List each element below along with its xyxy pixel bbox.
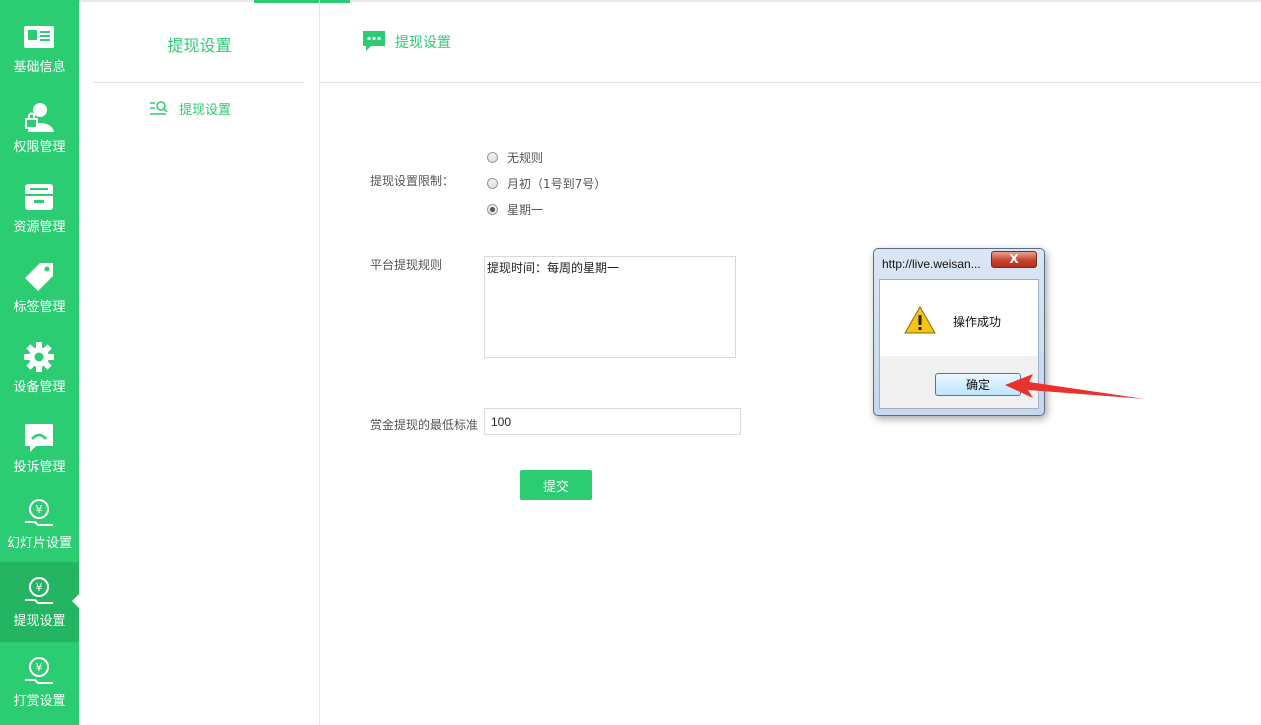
subnav-divider (93, 82, 304, 83)
svg-text:¥: ¥ (36, 503, 43, 516)
rules-label: 平台提现规则 (370, 258, 443, 272)
svg-text:¥: ¥ (36, 581, 43, 594)
sidebar-item-rewards[interactable]: ¥ 打赏设置 (0, 642, 79, 722)
chat-bubble-icon (25, 424, 53, 452)
sidebar-item-label: 打赏设置 (13, 694, 66, 709)
sidebar-item-slides[interactable]: ¥ 幻灯片设置 (0, 484, 79, 564)
sidebar-item-label: 提现设置 (13, 614, 66, 629)
search-list-icon (150, 101, 168, 115)
min-amount-input[interactable] (484, 408, 741, 435)
annotation-arrow (1005, 374, 1145, 399)
rules-textarea[interactable]: 提现时间：每周的星期一 (484, 256, 736, 358)
sidebar-item-label: 基础信息 (13, 60, 66, 75)
dialog-content: 操作成功 (880, 280, 1038, 356)
drawer-icon (25, 184, 53, 210)
dialog-message: 操作成功 (953, 315, 1002, 329)
radio-month-start[interactable]: 月初（1号到7号） (487, 175, 606, 192)
radio-button[interactable] (487, 178, 498, 189)
sidebar-item-label: 设备管理 (13, 380, 66, 395)
subnav-item-withdraw-settings[interactable]: 提现设置 (149, 98, 231, 118)
radio-monday[interactable]: 星期一 (487, 201, 543, 218)
sidebar-item-tags[interactable]: 标签管理 (0, 248, 79, 328)
yuan-hand-icon: ¥ (25, 499, 53, 526)
radio-no-rule[interactable]: 无规则 (487, 149, 543, 166)
sidebar-item-complaints[interactable]: 投诉管理 (0, 408, 79, 488)
radio-button[interactable] (487, 152, 498, 163)
radio-label: 无规则 (507, 151, 544, 165)
sidebar-item-permissions[interactable]: 权限管理 (0, 88, 79, 168)
sidebar-item-label: 标签管理 (13, 300, 66, 315)
submit-button[interactable]: 提交 (520, 470, 592, 500)
subnav-item-label: 提现设置 (179, 102, 232, 118)
id-card-icon (24, 26, 54, 48)
warning-icon (904, 306, 936, 334)
active-pointer (72, 594, 79, 608)
sidebar-item-label: 幻灯片设置 (6, 536, 72, 551)
yuan-hand-icon: ¥ (25, 577, 53, 604)
limit-label: 提现设置限制： (370, 174, 455, 188)
sub-navigation: 提现设置 提现设置 (79, 0, 320, 725)
gear-icon (24, 342, 54, 372)
sidebar-item-label: 资源管理 (13, 220, 66, 235)
dialog-close-button[interactable]: X (991, 251, 1037, 268)
yuan-hand-icon: ¥ (25, 657, 53, 684)
radio-button[interactable] (487, 204, 498, 215)
min-amount-label: 赏金提现的最低标准 (370, 418, 479, 432)
tag-icon (25, 263, 53, 291)
sidebar-item-resources[interactable]: 资源管理 (0, 168, 79, 248)
radio-label: 星期一 (507, 203, 544, 217)
page-title: 提现设置 (395, 35, 451, 51)
sidebar-item-devices[interactable]: 设备管理 (0, 328, 79, 408)
radio-label: 月初（1号到7号） (507, 177, 607, 191)
sidebar-item-basic-info[interactable]: 基础信息 (0, 8, 79, 88)
dialog-title: http://live.weisan... (882, 257, 981, 271)
svg-text:¥: ¥ (36, 661, 43, 674)
sidebar: 基础信息 权限管理 资源管理 标签管理 设备管理 投诉管理 ¥ 幻灯片设置 ¥ … (0, 0, 79, 725)
sidebar-item-label: 投诉管理 (13, 460, 66, 475)
sidebar-item-label: 权限管理 (13, 140, 66, 155)
user-lock-icon (25, 103, 54, 132)
sidebar-item-withdraw[interactable]: ¥ 提现设置 (0, 562, 79, 642)
subnav-title: 提现设置 (167, 36, 232, 55)
main-header: 提现设置 (320, 0, 1261, 83)
message-icon (363, 31, 385, 51)
